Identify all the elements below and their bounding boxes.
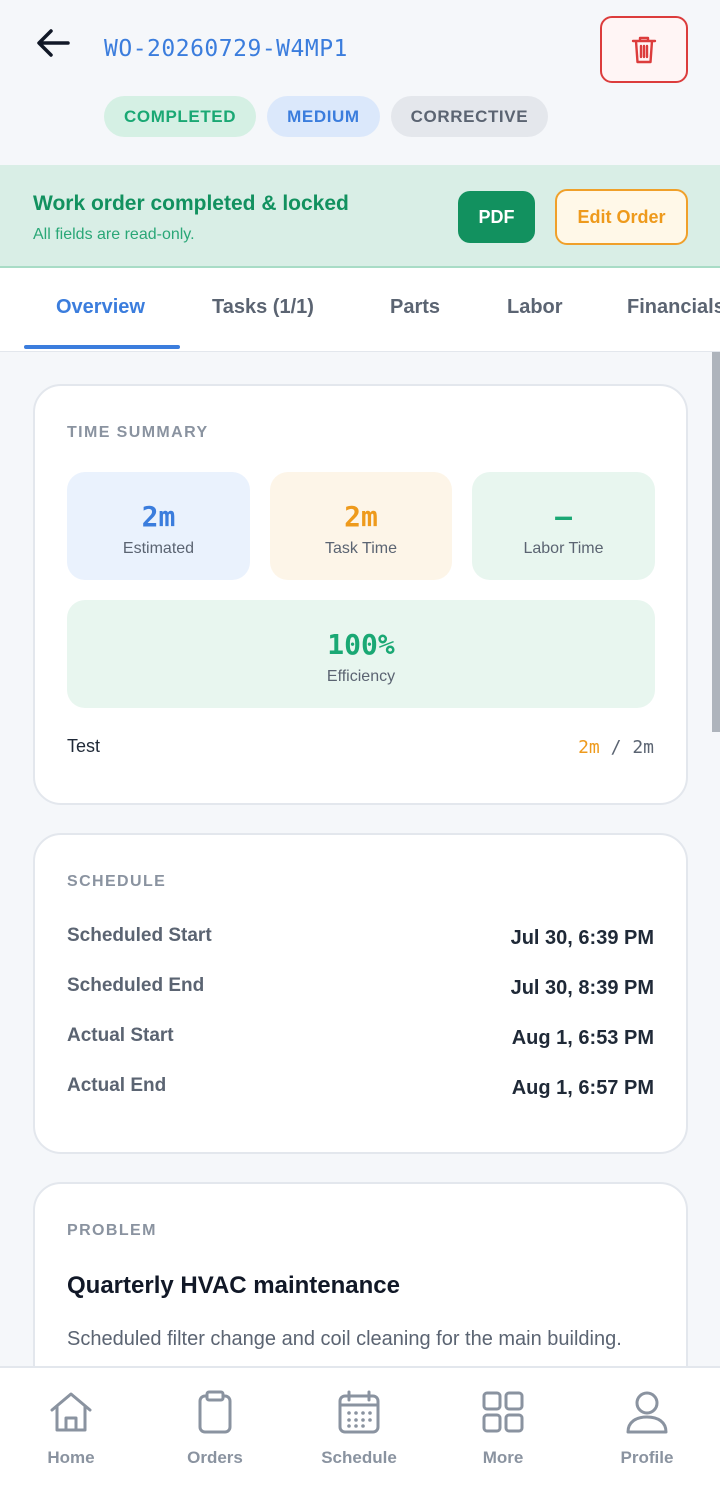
tab-overview[interactable]: Overview: [56, 296, 145, 319]
arrow-left-icon: [37, 29, 70, 57]
nav-orders-label: Orders: [187, 1448, 243, 1467]
schedule-row-value: Aug 1, 6:57 PM: [511, 1077, 654, 1099]
tab-financials[interactable]: Financials: [627, 296, 720, 319]
locked-title: Work order completed & locked: [33, 192, 349, 215]
schedule-row: Actual Start Aug 1, 6:53 PM: [67, 1025, 654, 1055]
labor-time-stat: – Labor Time: [472, 472, 655, 580]
locked-subtitle: All fields are read-only.: [33, 226, 195, 243]
nav-home-label: Home: [47, 1448, 95, 1467]
bottom-nav: Home Orders Schedule More Profile: [0, 1366, 720, 1488]
problem-description: Scheduled filter change and coil cleanin…: [67, 1328, 622, 1350]
nav-orders[interactable]: Orders: [160, 1390, 270, 1468]
type-badge: CORRECTIVE: [390, 96, 549, 137]
status-badge: COMPLETED: [104, 96, 257, 137]
tab-parts[interactable]: Parts: [390, 296, 440, 319]
back-button[interactable]: [34, 26, 74, 60]
priority-badge: MEDIUM: [267, 96, 380, 137]
nav-more-label: More: [482, 1448, 524, 1467]
schedule-row-value: Aug 1, 6:53 PM: [511, 1027, 654, 1049]
task-row-times: 2m / 2m: [578, 737, 654, 758]
calendar-icon: [338, 1390, 380, 1434]
efficiency-value: 100%: [327, 628, 395, 661]
schedule-card: SCHEDULE Scheduled Start Jul 30, 6:39 PM…: [33, 833, 688, 1154]
problem-title: PROBLEM: [67, 1222, 157, 1239]
estimated-value: 2m: [141, 500, 176, 533]
work-order-id: WO-20260729-W4MP1: [104, 36, 348, 62]
nav-profile[interactable]: Profile: [592, 1390, 702, 1468]
schedule-row: Scheduled Start Jul 30, 6:39 PM: [67, 925, 654, 955]
task-row-estimated: 2m: [632, 737, 654, 758]
badge-row: COMPLETED MEDIUM CORRECTIVE: [104, 96, 549, 137]
efficiency-label: Efficiency: [326, 668, 396, 685]
schedule-row: Actual End Aug 1, 6:57 PM: [67, 1075, 654, 1105]
task-time-label: Task Time: [324, 540, 397, 557]
trash-icon: [631, 36, 657, 63]
header: WO-20260729-W4MP1 COMPLETED MEDIUM CORRE…: [0, 0, 720, 165]
tab-bar: Overview Tasks (1/1) Parts Labor Financi…: [0, 268, 720, 352]
schedule-title: SCHEDULE: [67, 873, 167, 890]
schedule-row: Scheduled End Jul 30, 8:39 PM: [67, 975, 654, 1005]
schedule-row-value: Jul 30, 6:39 PM: [510, 927, 654, 949]
task-row-separator: /: [610, 737, 622, 758]
labor-time-label: Labor Time: [523, 540, 604, 557]
tab-labor[interactable]: Labor: [507, 296, 563, 319]
estimated-stat: 2m Estimated: [67, 472, 250, 580]
task-time-stat: 2m Task Time: [270, 472, 452, 580]
scrollbar[interactable]: [712, 352, 720, 732]
time-summary-title: TIME SUMMARY: [67, 424, 209, 441]
schedule-row-label: Actual End: [67, 1075, 167, 1096]
grid-icon: [482, 1391, 524, 1433]
nav-schedule[interactable]: Schedule: [304, 1390, 414, 1468]
schedule-row-value: Jul 30, 8:39 PM: [510, 977, 654, 999]
time-summary-card: TIME SUMMARY 2m Estimated 2m Task Time –…: [33, 384, 688, 805]
user-icon: [626, 1391, 668, 1434]
estimated-label: Estimated: [122, 540, 195, 557]
task-row-name: Test: [67, 736, 101, 756]
efficiency-stat: 100% Efficiency: [67, 600, 655, 708]
locked-banner: Work order completed & locked All fields…: [0, 165, 720, 268]
labor-time-value: –: [555, 500, 572, 533]
home-icon: [50, 1392, 92, 1432]
tab-tasks[interactable]: Tasks (1/1): [212, 296, 314, 319]
pdf-button[interactable]: PDF: [458, 191, 535, 243]
active-tab-indicator: [24, 345, 180, 349]
problem-heading: Quarterly HVAC maintenance: [67, 1272, 400, 1299]
task-time-value: 2m: [344, 500, 378, 533]
schedule-row-label: Scheduled End: [67, 975, 205, 996]
nav-home[interactable]: Home: [16, 1390, 126, 1468]
task-row-actual: 2m: [578, 737, 600, 758]
nav-more[interactable]: More: [448, 1390, 558, 1468]
clipboard-icon: [198, 1390, 232, 1434]
nav-profile-label: Profile: [620, 1448, 674, 1467]
schedule-row-label: Actual Start: [67, 1025, 174, 1046]
nav-schedule-label: Schedule: [321, 1448, 397, 1467]
schedule-row-label: Scheduled Start: [67, 925, 212, 946]
edit-order-button[interactable]: Edit Order: [555, 189, 688, 245]
delete-button[interactable]: [600, 16, 688, 83]
